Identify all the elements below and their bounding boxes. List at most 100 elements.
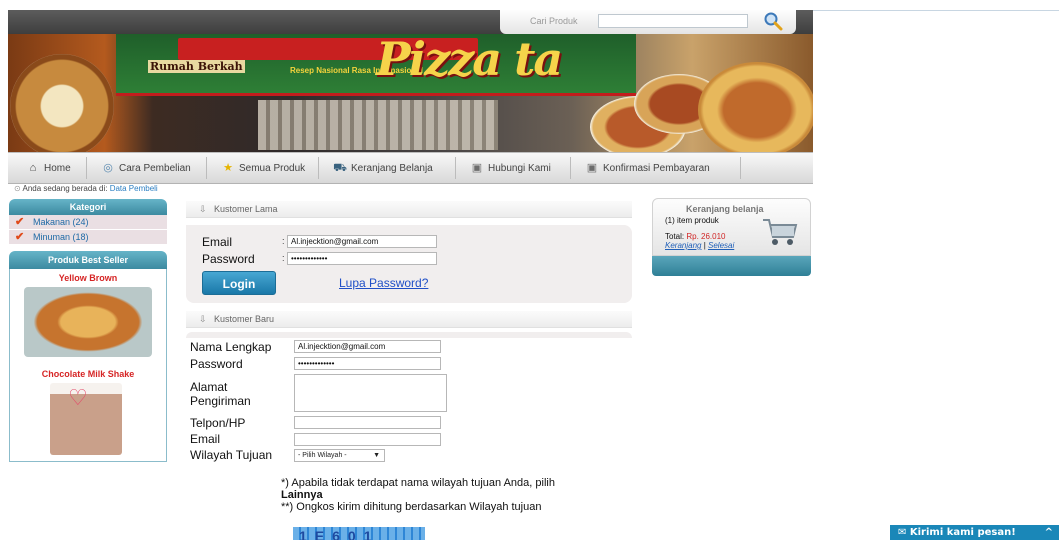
- cart-total-value: Rp. 26.010: [686, 232, 726, 241]
- globe-icon: ◎: [103, 162, 113, 174]
- cart-link-keranjang[interactable]: Keranjang: [665, 241, 701, 250]
- chevron-up-icon: ^: [1044, 527, 1053, 538]
- category-item[interactable]: ✔ Minuman (18): [9, 230, 167, 245]
- menu-label: Cara Pembelian: [119, 163, 191, 174]
- category-item[interactable]: ✔ Makanan (24): [9, 215, 167, 230]
- password-label: Password: [190, 357, 243, 371]
- login-password-field[interactable]: •••••••••••••: [287, 252, 437, 265]
- pizza-logo-text: Pizza ta: [376, 34, 563, 86]
- header-banner: Rumah Berkah Resep Nasional Rasa Interna…: [8, 34, 813, 152]
- address-textarea[interactable]: [294, 374, 447, 412]
- address-label: Alamat: [190, 380, 228, 394]
- category-label: Makanan (24): [33, 217, 89, 227]
- login-button[interactable]: Login: [202, 271, 276, 295]
- region-select[interactable]: - Pilih Wilayah - ▼: [294, 449, 385, 462]
- menu-divider: [318, 157, 319, 179]
- menu-label: Semua Produk: [239, 163, 306, 174]
- page: Cari Produk Rumah Berkah Resep Nasional …: [0, 0, 1059, 540]
- login-form: Email : Al.injecktion@gmail.com Password…: [186, 225, 632, 303]
- envelope-icon: ✉: [898, 527, 907, 538]
- section-arrow-icon: ⇩: [199, 204, 207, 214]
- breadcrumb-current[interactable]: Data Pembeli: [110, 184, 158, 193]
- phone-field[interactable]: [294, 416, 441, 429]
- menu-divider: [740, 157, 741, 179]
- shop-front: [258, 100, 498, 150]
- section-title: Kustomer Lama: [214, 204, 278, 214]
- section-title: Kustomer Baru: [214, 314, 275, 324]
- name-field[interactable]: Al.injecktion@gmail.com: [294, 340, 441, 353]
- search-input[interactable]: [598, 14, 748, 28]
- cart-widget: Keranjang belanja (1) item produk Total:…: [652, 198, 811, 276]
- menu-divider: [86, 157, 87, 179]
- search-icon[interactable]: [762, 11, 784, 31]
- chat-button[interactable]: ✉ Kirimi kami pesan! ^: [890, 525, 1059, 540]
- menu-label: Keranjang Belanja: [351, 163, 433, 174]
- menu-cara-pembelian[interactable]: ◎ Cara Pembelian: [101, 153, 191, 183]
- menu-konfirmasi-pembayaran[interactable]: ▣ Konfirmasi Pembayaran: [585, 153, 710, 183]
- product-image[interactable]: ♡: [50, 383, 122, 455]
- region-label: Wilayah Tujuan: [190, 448, 273, 462]
- menu-semua-produk[interactable]: ★ Semua Produk: [221, 153, 305, 183]
- menu-divider: [206, 157, 207, 179]
- note-1: *) Apabila tidak terdapat nama wilayah t…: [281, 477, 555, 489]
- top-bar: Cari Produk: [8, 10, 813, 34]
- region-select-value: - Pilih Wilayah -: [298, 452, 347, 459]
- phone-label: Telpon/HP: [190, 416, 246, 430]
- window-icon: ▣: [471, 162, 483, 174]
- best-seller-panel: Yellow Brown Chocolate Milk Shake ♡: [9, 269, 167, 462]
- name-label: Nama Lengkap: [190, 340, 272, 354]
- register-password-field[interactable]: •••••••••••••: [294, 357, 441, 370]
- menu-keranjang-belanja[interactable]: ⛟ Keranjang Belanja: [333, 153, 433, 183]
- search-label: Cari Produk: [530, 16, 578, 26]
- chevron-down-icon: ▼: [373, 452, 380, 459]
- cart-box: Keranjang belanja (1) item produk Total:…: [652, 198, 811, 256]
- category-label: Minuman (18): [33, 232, 89, 242]
- check-icon: ✔: [15, 231, 25, 243]
- address-label-2: Pengiriman: [190, 394, 251, 408]
- food-plate-image: [10, 54, 114, 152]
- brand-text: Rumah Berkah: [148, 60, 245, 73]
- section-arrow-icon: ⇩: [199, 314, 207, 324]
- email-label: Email: [190, 432, 221, 446]
- cart-footer: [652, 256, 811, 276]
- forgot-password-link[interactable]: Lupa Password?: [339, 276, 428, 290]
- home-icon: ⌂: [29, 162, 37, 174]
- main-menu: ⌂ Home ◎ Cara Pembelian ★ Semua Produk ⛟ Ker…: [8, 152, 813, 184]
- check-icon: ✔: [15, 216, 25, 228]
- shopping-cart-icon: [763, 219, 798, 245]
- cart-total: Total: Rp. 26.010: [665, 232, 726, 241]
- password-label: Password: [202, 252, 255, 266]
- search-box: Cari Produk: [500, 10, 796, 34]
- menu-divider: [455, 157, 456, 179]
- site-container: Cari Produk Rumah Berkah Resep Nasional …: [8, 10, 813, 184]
- menu-label: Hubungi Kami: [488, 163, 551, 174]
- register-form-bg: [186, 332, 632, 338]
- chat-label: Kirimi kami pesan!: [909, 527, 1016, 538]
- cart-links: Keranjang | Selesai: [665, 241, 735, 250]
- note-2: **) Ongkos kirim dihitung berdasarkan Wi…: [281, 501, 542, 513]
- kustomer-lama-header: ⇩ Kustomer Lama: [186, 201, 632, 218]
- menu-home[interactable]: ⌂ Home: [26, 153, 71, 183]
- cart-items-count: (1) item produk: [665, 216, 719, 225]
- cart-link-selesai[interactable]: Selesai: [708, 241, 734, 250]
- menu-label: Home: [44, 163, 71, 174]
- email-label: Email: [202, 235, 233, 249]
- sidebar: Kategori ✔ Makanan (24) ✔ Minuman (18) Pro…: [9, 199, 167, 462]
- colon: :: [282, 253, 285, 263]
- note-1-bold: Lainnya: [281, 489, 323, 501]
- window-icon: ▣: [586, 162, 598, 174]
- product-name[interactable]: Chocolate Milk Shake: [10, 369, 166, 379]
- menu-hubungi-kami[interactable]: ▣ Hubungi Kami: [470, 153, 551, 183]
- colon: :: [282, 236, 285, 246]
- cart-total-label: Total:: [665, 232, 685, 241]
- email-field[interactable]: [294, 433, 441, 446]
- register-form: Nama Lengkap Al.injecktion@gmail.com Pas…: [186, 328, 632, 540]
- login-email-field[interactable]: Al.injecktion@gmail.com: [287, 235, 437, 248]
- product-image[interactable]: [24, 287, 152, 357]
- menu-divider: [570, 157, 571, 179]
- kustomer-baru-header: ⇩ Kustomer Baru: [186, 311, 632, 328]
- product-name[interactable]: Yellow Brown: [10, 269, 166, 283]
- menu-label: Konfirmasi Pembayaran: [603, 163, 710, 174]
- cart-title: Keranjang belanja: [686, 204, 764, 214]
- category-panel-title: Kategori: [9, 199, 167, 215]
